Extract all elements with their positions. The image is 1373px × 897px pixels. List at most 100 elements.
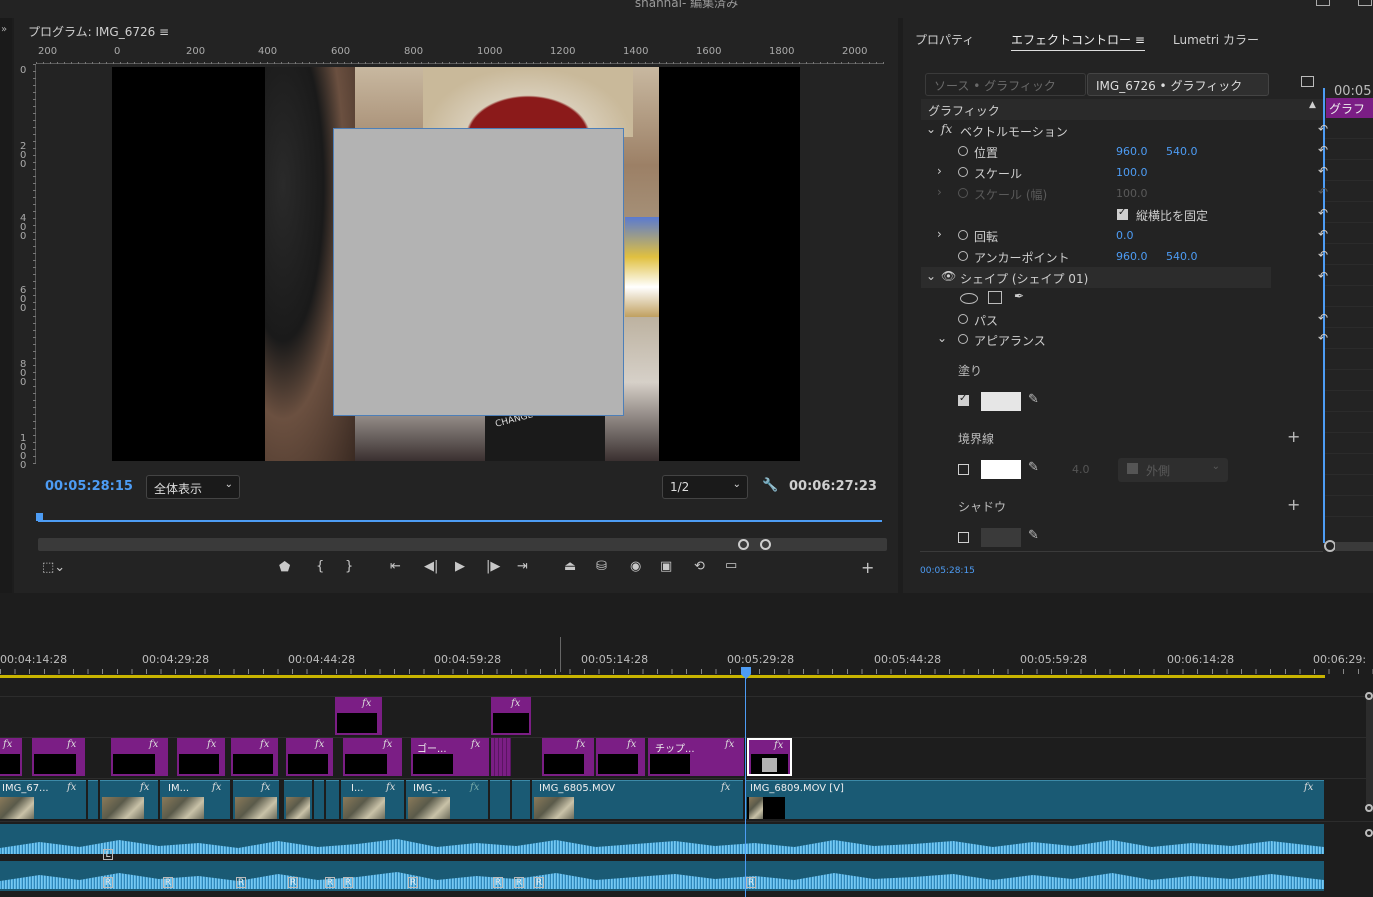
reset-icon[interactable]: ↶ xyxy=(1318,143,1328,157)
toggle-proxy-icon[interactable]: ⟲ xyxy=(694,559,705,574)
expand-panel-icon[interactable]: » xyxy=(1,24,7,35)
pen-mask-icon[interactable]: ✒ xyxy=(1014,289,1024,303)
add-button-icon[interactable]: + xyxy=(861,558,874,577)
monitor-playhead[interactable] xyxy=(36,513,43,521)
shape-rectangle[interactable] xyxy=(333,128,624,416)
video-clip[interactable]: IMG_6805.MOV fx xyxy=(532,780,743,819)
wrench-icon[interactable]: 🔧 xyxy=(762,478,778,493)
eye-icon[interactable]: 👁 xyxy=(941,269,956,283)
graphic-clip[interactable]: チップ... fx xyxy=(648,738,744,776)
audio-clip-a2[interactable] xyxy=(0,860,1324,891)
scroll-handle-right[interactable] xyxy=(760,539,771,550)
stopwatch-icon[interactable] xyxy=(958,314,968,324)
chevron-down-icon[interactable]: ⌄ xyxy=(926,269,936,283)
graphic-clip[interactable]: fx xyxy=(32,738,85,776)
graphic-clip[interactable]: fx xyxy=(596,738,645,776)
uniform-scale-checkbox[interactable] xyxy=(1117,207,1128,220)
mark-out-icon[interactable]: } xyxy=(345,559,353,574)
camera-icon[interactable]: ◉ xyxy=(630,559,641,574)
video-clip[interactable] xyxy=(88,780,98,819)
mini-scrollbar[interactable] xyxy=(1335,542,1373,551)
reset-icon[interactable]: ↶ xyxy=(1318,331,1328,345)
step-forward-icon[interactable]: |▶ xyxy=(486,559,500,574)
video-clip[interactable]: IMG_... fx xyxy=(406,780,488,819)
work-area-bar[interactable] xyxy=(0,675,1325,678)
tab-effect-controls[interactable]: エフェクトコントロー ≡ xyxy=(1011,31,1145,51)
stroke-color-swatch[interactable] xyxy=(981,460,1021,479)
video-clip[interactable] xyxy=(284,780,312,819)
anchor-y-value[interactable]: 540.0 xyxy=(1166,250,1198,263)
add-stroke-icon[interactable]: + xyxy=(1287,427,1300,446)
position-x-value[interactable]: 960.0 xyxy=(1116,145,1148,158)
timeline-playhead[interactable] xyxy=(745,677,746,897)
clip-graphic-tab[interactable]: IMG_6726 • グラフィック xyxy=(1087,73,1269,96)
program-title[interactable]: プログラム: IMG_6726 ≡ xyxy=(28,23,169,40)
stroke-checkbox[interactable] xyxy=(958,464,969,475)
eyedropper-icon[interactable]: ✎ xyxy=(1028,528,1039,543)
collapse-up-icon[interactable]: ▲ xyxy=(1309,100,1316,110)
time-ruler[interactable]: 00:04:14:28 00:04:29:28 00:04:44:28 00:0… xyxy=(0,642,1373,680)
source-graphic-tab[interactable]: ソース • グラフィック xyxy=(925,73,1086,96)
video-clip[interactable]: IMG_67... fx xyxy=(0,780,86,819)
vr-video-icon[interactable]: ▭ xyxy=(725,558,737,573)
mini-clip[interactable]: グラフィ xyxy=(1326,98,1373,118)
chevron-right-icon[interactable]: › xyxy=(937,185,942,199)
reset-icon[interactable]: ↶ xyxy=(1318,206,1328,220)
comparison-view-icon[interactable]: ▣ xyxy=(660,559,672,574)
video-clip[interactable] xyxy=(490,780,510,819)
chevron-down-icon[interactable]: ⌄ xyxy=(937,331,947,345)
graphic-clip[interactable]: fx xyxy=(177,738,225,776)
window-close-icon[interactable] xyxy=(1358,0,1372,6)
video-clip[interactable]: fx xyxy=(233,780,279,819)
add-shadow-icon[interactable]: + xyxy=(1287,495,1300,514)
reset-icon[interactable]: ↶ xyxy=(1318,248,1328,262)
video-clip[interactable]: I... fx xyxy=(341,780,404,819)
zoom-select[interactable]: 全体表示 ⌄ xyxy=(146,475,240,499)
anchor-x-value[interactable]: 960.0 xyxy=(1116,250,1148,263)
tab-lumetri[interactable]: Lumetri カラー xyxy=(1173,31,1259,48)
step-back-icon[interactable]: ◀| xyxy=(424,559,438,574)
video-clip[interactable] xyxy=(314,780,324,819)
video-clip[interactable]: IMG_6809.MOV [V] fx xyxy=(745,780,1324,819)
current-timecode[interactable]: 00:05:28:15 xyxy=(45,479,133,494)
reset-icon[interactable]: ↶ xyxy=(1318,164,1328,178)
rotation-value[interactable]: 0.0 xyxy=(1116,229,1134,242)
reset-icon[interactable]: ↶ xyxy=(1318,122,1328,136)
graphic-clip[interactable]: fx xyxy=(231,738,278,776)
chevron-down-icon[interactable]: ⌄ xyxy=(926,122,936,136)
stopwatch-icon[interactable] xyxy=(958,251,968,261)
selected-graphic-clip[interactable]: fx xyxy=(747,738,792,776)
lift-icon[interactable]: ⏏ xyxy=(564,559,576,574)
graphic-clip[interactable]: fx xyxy=(343,738,402,776)
position-y-value[interactable]: 540.0 xyxy=(1166,145,1198,158)
scroll-handle[interactable] xyxy=(1365,804,1373,812)
reset-icon[interactable]: ↶ xyxy=(1318,227,1328,241)
play-icon[interactable]: ▶ xyxy=(455,559,465,574)
panel-layout-icon[interactable] xyxy=(1301,76,1314,87)
video-clip[interactable]: fx xyxy=(100,780,158,819)
fx-icon[interactable]: fx xyxy=(941,122,952,136)
reset-icon[interactable]: ↶ xyxy=(1318,269,1328,283)
resolution-select[interactable]: 1/2 ⌄ xyxy=(662,475,748,499)
graphic-clip[interactable]: fx xyxy=(111,738,168,776)
graphic-clip[interactable]: fx xyxy=(335,697,382,735)
chevron-right-icon[interactable]: › xyxy=(937,164,942,178)
shape-row[interactable]: ⌄ 👁 シェイプ (シェイプ 01) ↶ xyxy=(921,267,1328,288)
monitor-scrubber[interactable] xyxy=(38,520,882,522)
shadow-color-swatch[interactable] xyxy=(981,528,1021,547)
graphic-clip[interactable]: fx xyxy=(491,697,531,735)
vertical-scrollbar[interactable] xyxy=(1366,692,1373,812)
rectangle-mask-icon[interactable] xyxy=(988,291,1002,304)
extract-icon[interactable]: ⛁ xyxy=(596,559,607,574)
chevron-right-icon[interactable]: › xyxy=(937,227,942,241)
video-clip[interactable] xyxy=(512,780,530,819)
go-to-out-icon[interactable]: ⇥ xyxy=(517,559,528,574)
vector-motion-row[interactable]: ⌄ fx ベクトルモーション ↶ xyxy=(921,120,1328,141)
eyedropper-icon[interactable]: ✎ xyxy=(1028,460,1039,475)
scale-value[interactable]: 100.0 xyxy=(1116,166,1148,179)
graphic-clip[interactable]: fx xyxy=(286,738,333,776)
mark-in-icon[interactable]: { xyxy=(316,559,324,574)
fill-color-swatch[interactable] xyxy=(981,392,1021,411)
shadow-checkbox[interactable] xyxy=(958,532,969,543)
reset-icon[interactable]: ↶ xyxy=(1318,311,1328,325)
